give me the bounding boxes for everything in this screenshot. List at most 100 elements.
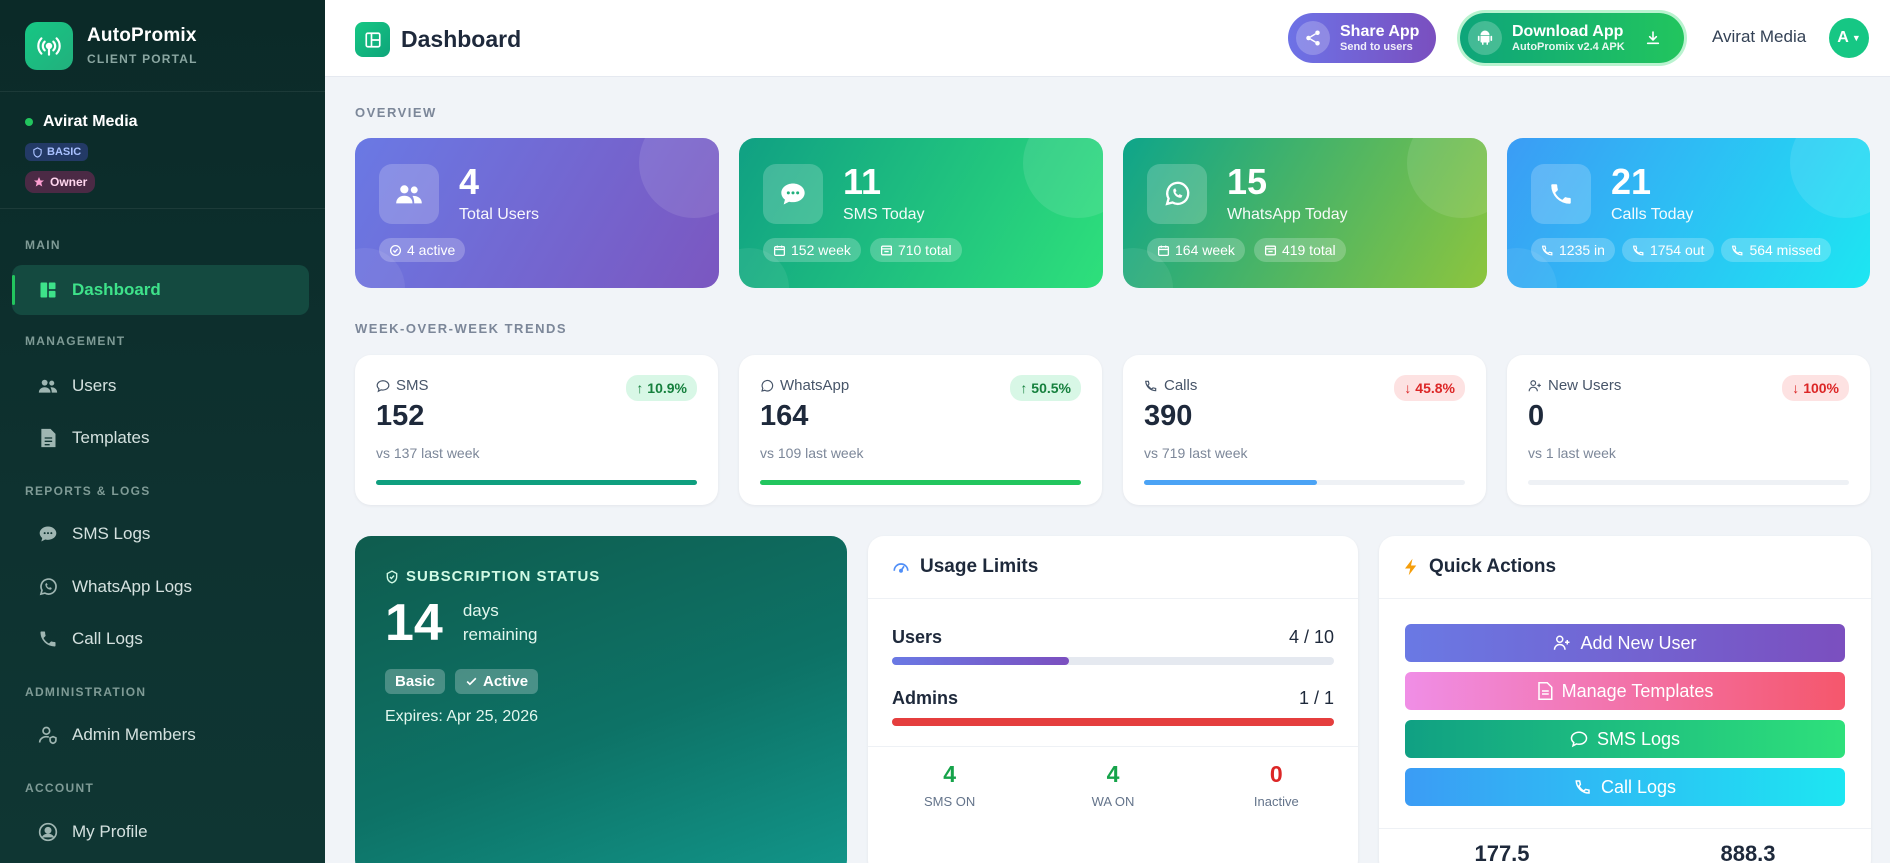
stat-card-calls[interactable]: 21 Calls Today 1235 in 1754 out 564 miss…: [1507, 138, 1870, 288]
stat-value: 0: [1269, 761, 1283, 787]
star-icon: [34, 176, 44, 186]
pill-text: 419 total: [1281, 242, 1336, 258]
caret-down-icon: ▼: [1851, 33, 1861, 43]
stat-label: Total Users: [459, 206, 540, 223]
trend-progress-track: [376, 480, 697, 485]
trend-badge: ↑ 10.9%: [626, 375, 697, 401]
avatar-letter: A: [1837, 29, 1849, 46]
nav-item-my-profile[interactable]: My Profile: [12, 807, 309, 857]
trend-change: 50.5%: [1031, 380, 1071, 396]
usage-stat-wa-on: 4 WA ON: [1031, 761, 1194, 809]
download-app-version: AutoPromix v2.4 APK: [1512, 41, 1625, 53]
stat-card-whatsapp[interactable]: 15 WhatsApp Today 164 week 419 total: [1123, 138, 1487, 288]
whatsapp-icon: [1147, 164, 1207, 224]
trend-progress-fill: [376, 480, 697, 485]
trend-compare: vs 137 last week: [376, 445, 480, 461]
trend-card-new-users[interactable]: New Users ↓ 100% 0 vs 1 last week: [1507, 355, 1870, 505]
nav-item-users[interactable]: Users: [12, 361, 309, 411]
stat-label: WA ON: [1091, 794, 1135, 809]
chat-bubble-icon: [38, 524, 58, 544]
share-app-sub: Send to users: [1340, 41, 1413, 53]
nav-item-sms-logs[interactable]: SMS Logs: [12, 509, 309, 559]
users-icon: [38, 376, 58, 396]
phone-icon: [1575, 780, 1590, 794]
call-logs-button[interactable]: Call Logs: [1405, 768, 1845, 806]
page-title: Dashboard: [355, 22, 521, 57]
brand[interactable]: AutoPromix CLIENT PORTAL: [0, 0, 325, 92]
download-icon: [1645, 30, 1661, 46]
plan-label: BASIC: [47, 146, 82, 158]
user-name[interactable]: Avirat Media: [1712, 27, 1806, 47]
stat-value: 15: [1227, 161, 1268, 202]
brand-subtitle: CLIENT PORTAL: [87, 52, 198, 66]
button-label: Add New User: [1580, 632, 1697, 653]
user-plus-icon: [1528, 379, 1541, 391]
manage-templates-button[interactable]: Manage Templates: [1405, 672, 1845, 710]
nav-item-admin-members[interactable]: Admin Members: [12, 710, 309, 760]
phone-icon: [38, 629, 58, 649]
top-bar: Dashboard Share App Send to users Downlo…: [325, 0, 1890, 77]
brand-name: AutoPromix: [87, 25, 197, 46]
online-indicator: [25, 118, 33, 126]
gauge-icon: [893, 563, 909, 573]
sms-logs-button[interactable]: SMS Logs: [1405, 720, 1845, 758]
stat-value: 4: [1106, 761, 1120, 787]
trend-value: 152: [376, 400, 425, 432]
limit-fill: [892, 657, 1069, 665]
lightning-icon: [1405, 558, 1417, 576]
limit-users: Users 4 / 10: [892, 627, 1334, 665]
nav-section-management: MANAGEMENT: [25, 334, 126, 348]
trend-card-sms[interactable]: SMS ↑ 10.9% 152 vs 137 last week: [355, 355, 718, 505]
phone-icon: [1145, 380, 1157, 391]
share-app-button[interactable]: Share App Send to users: [1288, 13, 1436, 63]
status-badge: Active: [455, 669, 539, 694]
database-icon: [880, 245, 892, 255]
trend-progress-fill: [760, 480, 1081, 485]
nav-item-templates[interactable]: Templates: [12, 413, 309, 463]
stat-label: WhatsApp Today: [1227, 206, 1348, 223]
nav-item-dashboard[interactable]: Dashboard: [12, 265, 309, 315]
whatsapp-icon: [38, 577, 58, 597]
trend-badge: ↓ 100%: [1782, 375, 1849, 401]
nav-item-call-logs[interactable]: Call Logs: [12, 614, 309, 664]
stat-pill: 564 missed: [1721, 238, 1832, 262]
pill-text: 1754 out: [1649, 242, 1705, 258]
stat-pill: 1754 out: [1621, 238, 1715, 262]
role-badge: Owner: [25, 170, 96, 193]
overview-label: OVERVIEW: [355, 105, 437, 120]
stat-card-users[interactable]: 4 Total Users 4 active: [355, 138, 719, 288]
trend-compare: vs 109 last week: [760, 445, 864, 461]
stat-label: SMS ON: [924, 794, 976, 809]
limit-value: 1 / 1: [1298, 688, 1334, 708]
trend-progress-track: [1144, 480, 1465, 485]
users-icon: [379, 164, 439, 224]
stat-card-sms[interactable]: 11 SMS Today 152 week 710 total: [739, 138, 1103, 288]
usage-limits-card: Usage Limits Users 4 / 10 Admins 1 / 1 4 SM…: [868, 536, 1358, 863]
nav-label: Call Logs: [72, 629, 143, 648]
user-circle-icon: [38, 822, 58, 842]
trend-badge: ↑ 50.5%: [1010, 375, 1081, 401]
stat-label: Calls Today: [1611, 206, 1694, 223]
trend-value: 0: [1528, 400, 1545, 432]
trend-badge: ↓ 45.8%: [1394, 375, 1465, 401]
plan-badge: Basic: [385, 669, 446, 694]
trend-card-whatsapp[interactable]: WhatsApp ↑ 50.5% 164 vs 109 last week: [739, 355, 1102, 505]
share-app-label: Share App: [1340, 23, 1420, 40]
trend-value: 390: [1144, 400, 1193, 432]
subscription-heading: SUBSCRIPTION STATUS: [406, 568, 601, 585]
nav-item-whatsapp-logs[interactable]: WhatsApp Logs: [12, 562, 309, 612]
pill-text: 4 active: [407, 242, 456, 258]
download-app-button[interactable]: Download App AutoPromix v2.4 APK: [1460, 13, 1684, 63]
limit-label: Users: [892, 627, 943, 647]
user-shield-icon: [38, 725, 58, 745]
phone-incoming-icon: [1541, 245, 1553, 255]
stat-value: 11: [843, 161, 882, 202]
avatar[interactable]: A ▼: [1829, 18, 1869, 58]
stat-pill: 419 total: [1253, 238, 1346, 262]
trend-card-calls[interactable]: Calls ↓ 45.8% 390 vs 719 last week: [1123, 355, 1486, 505]
broadcast-icon: [25, 21, 73, 70]
add-new-user-button[interactable]: Add New User: [1405, 624, 1845, 662]
button-label: Call Logs: [1600, 776, 1677, 797]
limit-value: 4 / 10: [1288, 627, 1334, 647]
stat-pill: 164 week: [1147, 238, 1245, 262]
